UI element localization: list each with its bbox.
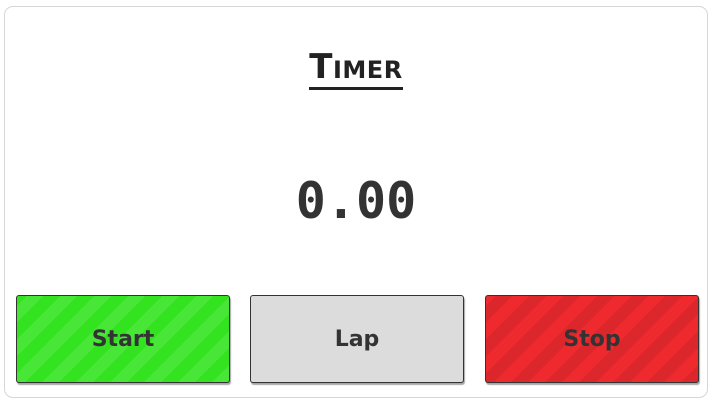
timer-display: 0.00: [295, 172, 417, 230]
stop-button[interactable]: Stop: [485, 295, 699, 383]
timer-title-text: Timer: [309, 47, 403, 90]
start-button[interactable]: Start: [16, 295, 230, 383]
lap-button[interactable]: Lap: [250, 295, 464, 383]
timer-card: Timer 0.00 Start Lap Stop: [4, 6, 708, 398]
timer-title: Timer: [5, 47, 707, 90]
